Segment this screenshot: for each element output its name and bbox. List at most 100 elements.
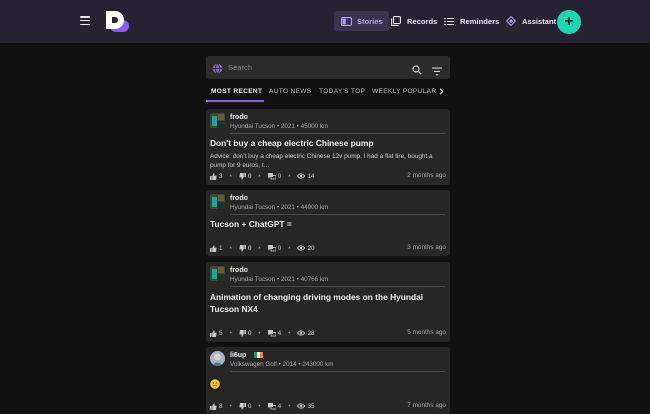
search-bar [206, 56, 450, 79]
book-open-icon [340, 15, 352, 27]
post-card[interactable]: frodo Hyundai Tucson • 2021 • 44000 km T… [206, 190, 450, 256]
thumbs-down-icon [239, 244, 246, 252]
comments-button[interactable]: 0 [267, 172, 282, 180]
post-title[interactable]: Don't buy a cheap electric Chinese pump [210, 137, 444, 149]
nav-reminders[interactable]: Reminders [443, 11, 499, 31]
nav-stories[interactable]: Stories [334, 11, 389, 31]
nav-records[interactable]: Records [390, 11, 437, 31]
top-bar: Stories Records Reminders Assistant + [0, 0, 650, 43]
nav-records-label: Records [407, 16, 438, 26]
divider [230, 214, 445, 215]
like-count: 3 [219, 172, 223, 180]
thumbs-up-icon [210, 402, 217, 410]
view-count: 20 [307, 244, 315, 252]
active-tab-indicator [206, 100, 264, 102]
dislike-count: 0 [247, 402, 252, 410]
tab-weekly-popular[interactable]: WEEKLY POPULAR [372, 88, 436, 95]
avatar[interactable] [210, 194, 225, 209]
post-author[interactable]: frodo [230, 195, 248, 202]
dislike-count: 0 [247, 329, 252, 337]
post-vehicle-meta: Hyundai Tucson • 2021 • 40766 km [230, 276, 329, 283]
flag-icon [254, 352, 264, 360]
thumbs-down-icon [239, 329, 246, 337]
view-count: 35 [307, 402, 315, 410]
post-timestamp: 7 months ago [407, 402, 446, 409]
post-excerpt: Advice: don't buy a cheap electric Chine… [210, 153, 433, 169]
post-timestamp: 5 months ago [407, 329, 446, 336]
comments-icon [267, 244, 276, 251]
comments-button[interactable]: 0 [267, 244, 282, 252]
post-stats: 3 • 0 • 0 • 14 [210, 172, 315, 180]
thumbs-up-icon [210, 329, 217, 337]
sparkle-diamond-icon [505, 15, 517, 27]
thumbs-up-icon [210, 172, 217, 180]
post-author-name: li6up [230, 352, 247, 359]
post-timestamp: 3 months ago [407, 244, 446, 251]
like-button[interactable]: 5 [210, 330, 223, 337]
eye-icon [297, 330, 306, 336]
eye-icon [297, 403, 306, 409]
globe-icon[interactable] [212, 61, 223, 79]
comment-count: 4 [277, 402, 282, 410]
thumbs-down-icon [239, 402, 246, 410]
comments-button[interactable]: 4 [267, 402, 282, 410]
post-stats: 5 • 0 • 4 • 28 [210, 329, 315, 337]
menu-icon[interactable] [80, 16, 90, 26]
dislike-button[interactable]: 0 [239, 329, 252, 337]
nav-stories-label: Stories [357, 16, 383, 26]
search-input[interactable] [228, 59, 408, 76]
app-logo[interactable] [104, 9, 130, 33]
list-icon [443, 15, 455, 27]
like-count: 5 [219, 329, 223, 337]
post-stats: 8 • 0 • 4 • 35 [210, 402, 315, 410]
search-icon[interactable] [412, 62, 422, 80]
thinking-face-icon [210, 376, 220, 394]
comments-icon [267, 172, 276, 179]
tab-todays-top[interactable]: TODAY'S TOP [319, 88, 365, 95]
chevron-right-icon[interactable] [439, 88, 444, 97]
like-count: 1 [219, 244, 223, 252]
avatar[interactable] [210, 113, 225, 128]
filter-icon[interactable] [432, 63, 442, 81]
dislike-count: 0 [247, 244, 252, 252]
post-vehicle-meta: Hyundai Tucson • 2021 • 45000 km [230, 123, 329, 130]
post-author[interactable]: li6up [230, 352, 264, 360]
views: 14 [297, 173, 315, 180]
avatar[interactable] [210, 266, 225, 281]
comments-icon [267, 329, 276, 336]
post-card[interactable]: frodo Hyundai Tucson • 2021 • 45000 km D… [206, 109, 450, 185]
thumbs-down-icon [239, 172, 246, 180]
dislike-button[interactable]: 0 [239, 244, 252, 252]
post-timestamp: 2 months ago [407, 172, 446, 179]
views: 28 [297, 329, 315, 337]
dislike-count: 0 [247, 172, 252, 180]
post-vehicle-meta: Hyundai Tucson • 2021 • 44000 km [230, 204, 329, 211]
post-card[interactable]: frodo Hyundai Tucson • 2021 • 40766 km A… [206, 262, 450, 342]
comments-button[interactable]: 4 [267, 329, 281, 337]
like-button[interactable]: 8 [210, 403, 223, 410]
post-vehicle-meta: Volkswagen Golf • 2014 • 243000 km [230, 361, 334, 368]
post-title[interactable]: Animation of changing driving modes on t… [210, 291, 444, 315]
like-button[interactable]: 3 [210, 173, 223, 180]
dislike-button[interactable]: 0 [239, 172, 252, 180]
comment-count: 0 [277, 244, 282, 252]
post-author[interactable]: frodo [230, 114, 248, 121]
divider [230, 286, 445, 287]
thumbs-up-icon [210, 244, 217, 252]
view-count: 28 [307, 329, 315, 337]
feed-tabs: MOST RECENT AUTO NEWS TODAY'S TOP WEEKLY… [206, 84, 450, 102]
divider [230, 133, 445, 134]
tab-auto-news[interactable]: AUTO NEWS [269, 88, 312, 95]
nav-reminders-label: Reminders [460, 16, 500, 26]
dislike-button[interactable]: 0 [239, 402, 252, 410]
nav-assistant[interactable]: Assistant [505, 11, 556, 31]
like-button[interactable]: 1 [210, 245, 223, 252]
create-post-button[interactable]: + [557, 10, 581, 34]
post-title[interactable]: Tucson + ChatGPT = [210, 218, 444, 230]
records-icon [390, 15, 402, 27]
comment-count: 0 [277, 172, 282, 180]
post-author[interactable]: frodo [230, 267, 248, 274]
avatar[interactable] [210, 351, 225, 366]
tab-most-recent[interactable]: MOST RECENT [211, 88, 262, 95]
post-card[interactable]: li6up Volkswagen Golf • 2014 • 243000 km… [206, 347, 450, 414]
